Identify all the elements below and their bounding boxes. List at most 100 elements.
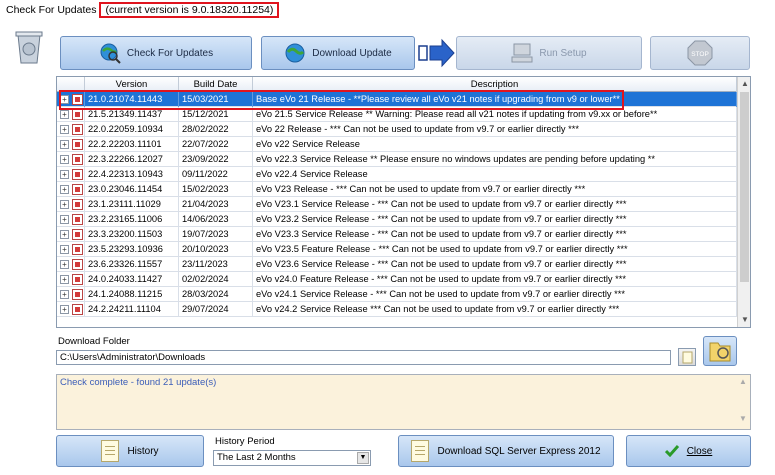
run-setup-button[interactable]: Run Setup — [456, 36, 642, 70]
row-expander-cell[interactable]: + — [57, 92, 85, 107]
expand-plus-icon[interactable]: + — [60, 260, 69, 269]
row-expander-cell[interactable]: + — [57, 122, 85, 137]
row-expander-cell[interactable]: + — [57, 242, 85, 257]
expand-plus-icon[interactable]: + — [60, 110, 69, 119]
row-expander-cell[interactable]: + — [57, 287, 85, 302]
table-row[interactable]: +23.3.23200.11503 19/07/2023 eVo V23.3 Ser… — [57, 227, 737, 242]
expand-plus-icon[interactable]: + — [60, 305, 69, 314]
update-package-icon — [72, 229, 83, 240]
grid-vertical-scrollbar[interactable]: ▲ ▼ — [737, 77, 750, 327]
table-row[interactable]: +22.4.22313.10943 09/11/2022 eVo v22.4 Ser… — [57, 167, 737, 182]
current-version-note: (current version is 9.0.18320.11254) — [99, 2, 280, 18]
globe-download-icon — [285, 43, 305, 63]
expand-plus-icon[interactable]: + — [60, 275, 69, 284]
log-scroll-up-icon[interactable]: ▲ — [736, 377, 750, 386]
description-cell: eVo 21.5 Service Release ** Warning: Ple… — [253, 107, 737, 122]
table-row[interactable]: +23.5.23293.10936 20/10/2023 eVo V23.5 Fea… — [57, 242, 737, 257]
expand-plus-icon[interactable]: + — [60, 230, 69, 239]
close-button[interactable]: Close — [626, 435, 751, 467]
update-package-icon — [72, 244, 83, 255]
update-package-icon — [72, 109, 83, 120]
updates-grid[interactable]: Version Build Date Description +21.0.210… — [56, 76, 751, 328]
expand-plus-icon[interactable]: + — [60, 185, 69, 194]
check-for-updates-button[interactable]: Check For Updates — [60, 36, 252, 70]
expand-plus-icon[interactable]: + — [60, 215, 69, 224]
download-update-button[interactable]: Download Update — [261, 36, 415, 70]
build-date-cell: 29/07/2024 — [179, 302, 253, 317]
table-row[interactable]: +23.6.23326.11557 23/11/2023 eVo V23.6 Ser… — [57, 257, 737, 272]
col-description-header[interactable]: Description — [253, 77, 737, 92]
build-date-cell: 15/03/2021 — [179, 92, 253, 107]
version-cell: 23.1.23111.11029 — [85, 197, 179, 212]
row-expander-cell[interactable]: + — [57, 182, 85, 197]
row-expander-cell[interactable]: + — [57, 107, 85, 122]
stop-button[interactable]: STOP — [650, 36, 750, 70]
expand-plus-icon[interactable]: + — [60, 155, 69, 164]
table-row[interactable]: +23.1.23111.11029 21/04/2023 eVo V23.1 Ser… — [57, 197, 737, 212]
row-expander-cell[interactable]: + — [57, 197, 85, 212]
update-package-icon — [72, 199, 83, 210]
expand-plus-icon[interactable]: + — [60, 200, 69, 209]
table-row[interactable]: +23.0.23046.11454 15/02/2023 eVo V23 Relea… — [57, 182, 737, 197]
update-package-icon — [72, 259, 83, 270]
table-row[interactable]: +24.1.24088.11215 28/03/2024 eVo v24.1 Ser… — [57, 287, 737, 302]
download-folder-field[interactable]: C:\Users\Administrator\Downloads — [56, 350, 671, 365]
expand-plus-icon[interactable]: + — [60, 245, 69, 254]
folder-open-button[interactable] — [678, 348, 696, 366]
history-button[interactable]: History — [56, 435, 204, 467]
row-expander-cell[interactable]: + — [57, 167, 85, 182]
row-expander-cell[interactable]: + — [57, 212, 85, 227]
status-log-scrollbar[interactable]: ▲ ▼ — [736, 375, 750, 429]
description-cell: eVo v24.0 Feature Release - *** Can not … — [253, 272, 737, 287]
version-cell: 22.0.22059.10934 — [85, 122, 179, 137]
browse-folder-button[interactable] — [703, 336, 737, 366]
download-sql-express-button[interactable]: Download SQL Server Express 2012 — [398, 435, 614, 467]
row-expander-cell[interactable]: + — [57, 152, 85, 167]
table-row[interactable]: +22.2.22203.11101 22/07/2022 eVo v22 Servi… — [57, 137, 737, 152]
dropdown-arrow-icon[interactable]: ▼ — [357, 452, 369, 464]
log-scroll-down-icon[interactable]: ▼ — [736, 414, 750, 423]
history-document-icon — [101, 440, 120, 462]
row-expander-cell[interactable]: + — [57, 227, 85, 242]
build-date-cell: 28/02/2022 — [179, 122, 253, 137]
description-cell: eVo V23.2 Service Release - *** Can not … — [253, 212, 737, 227]
col-version-header[interactable]: Version — [85, 77, 179, 92]
version-cell: 22.2.22203.11101 — [85, 137, 179, 152]
description-cell: eVo v22.3 Service Release ** Please ensu… — [253, 152, 737, 167]
table-row[interactable]: +23.2.23165.11006 14/06/2023 eVo V23.2 Ser… — [57, 212, 737, 227]
download-sql-label: Download SQL Server Express 2012 — [437, 445, 601, 457]
expand-plus-icon[interactable]: + — [60, 95, 69, 104]
globe-search-icon — [100, 43, 121, 64]
table-row[interactable]: +22.3.22266.12027 23/09/2022 eVo v22.3 Ser… — [57, 152, 737, 167]
version-cell: 21.5.21349.11437 — [85, 107, 179, 122]
version-cell: 23.0.23046.11454 — [85, 182, 179, 197]
update-package-icon — [72, 304, 83, 315]
description-cell: eVo V23 Release - *** Can not be used to… — [253, 182, 737, 197]
build-date-cell: 20/10/2023 — [179, 242, 253, 257]
row-expander-cell[interactable]: + — [57, 257, 85, 272]
history-period-select[interactable]: The Last 2 Months ▼ — [213, 450, 371, 466]
status-log-message: Check complete - found 21 update(s) — [60, 377, 217, 388]
stop-sign-text: STOP — [691, 51, 709, 58]
scroll-down-icon[interactable]: ▼ — [738, 313, 750, 327]
open-folder-icon — [682, 351, 693, 364]
table-row[interactable]: +21.0.21074.11443 15/03/2021 Base eVo 21 R… — [57, 92, 737, 107]
col-build-date-header[interactable]: Build Date — [179, 77, 253, 92]
description-cell: eVo v22 Service Release — [253, 137, 737, 152]
table-row[interactable]: +22.0.22059.10934 28/02/2022 eVo 22 Releas… — [57, 122, 737, 137]
table-row[interactable]: +24.0.24033.11427 02/02/2024 eVo v24.0 Fea… — [57, 272, 737, 287]
row-expander-cell[interactable]: + — [57, 302, 85, 317]
scroll-up-icon[interactable]: ▲ — [738, 77, 750, 91]
expand-plus-icon[interactable]: + — [60, 290, 69, 299]
row-expander-cell[interactable]: + — [57, 137, 85, 152]
download-update-label: Download Update — [312, 47, 392, 59]
expand-plus-icon[interactable]: + — [60, 170, 69, 179]
scroll-thumb[interactable] — [740, 92, 749, 282]
version-cell: 22.4.22313.10943 — [85, 167, 179, 182]
table-row[interactable]: +21.5.21349.11437 15/12/2021 eVo 21.5 Serv… — [57, 107, 737, 122]
row-expander-cell[interactable]: + — [57, 272, 85, 287]
expand-plus-icon[interactable]: + — [60, 140, 69, 149]
table-row[interactable]: +24.2.24211.11104 29/07/2024 eVo v24.2 Ser… — [57, 302, 737, 317]
close-label: Close — [686, 445, 713, 457]
expand-plus-icon[interactable]: + — [60, 125, 69, 134]
